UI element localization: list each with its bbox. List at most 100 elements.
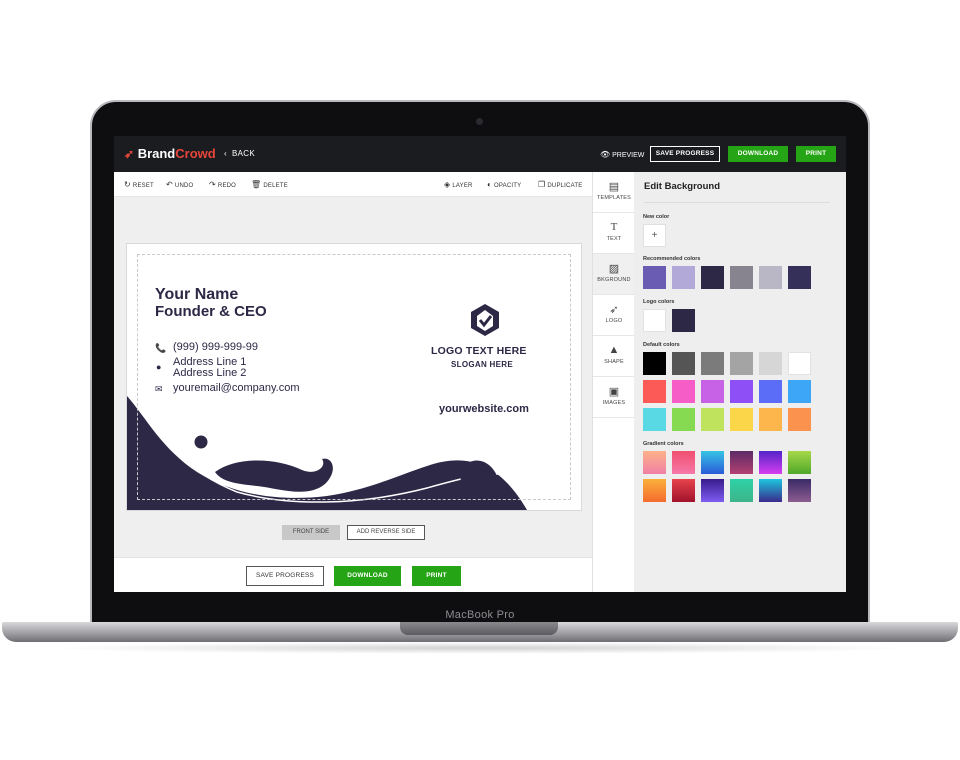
eye-icon: 👁 bbox=[600, 150, 611, 159]
preview-button[interactable]: 👁 PREVIEW bbox=[600, 150, 644, 159]
default-color-swatch[interactable] bbox=[672, 380, 695, 403]
logo-color-swatch[interactable] bbox=[672, 309, 695, 332]
default-colors-heading: Default colors bbox=[643, 342, 680, 348]
card-address-line-2[interactable]: Address Line 2 bbox=[173, 367, 246, 379]
rail-item-templates[interactable]: ▤ TEMPLATES bbox=[593, 172, 635, 213]
plus-icon: + bbox=[651, 230, 658, 241]
back-label: BACK bbox=[232, 149, 256, 158]
card-name[interactable]: Your Name bbox=[155, 286, 238, 304]
logo-colors-heading: Logo colors bbox=[643, 299, 675, 305]
card-title[interactable]: Founder & CEO bbox=[155, 303, 267, 320]
default-color-swatch[interactable] bbox=[672, 352, 695, 375]
canvas-area: Your Name Founder & CEO 📞 (999) 999-999-… bbox=[114, 197, 592, 557]
default-color-swatch[interactable] bbox=[643, 380, 666, 403]
recommended-color-swatch[interactable] bbox=[788, 266, 811, 289]
default-color-swatch[interactable] bbox=[701, 352, 724, 375]
recommended-color-swatch[interactable] bbox=[701, 266, 724, 289]
front-side-button[interactable]: FRONT SIDE bbox=[282, 525, 340, 540]
recommended-color-swatch[interactable] bbox=[730, 266, 753, 289]
logo-color-swatch[interactable] bbox=[643, 309, 666, 332]
recommended-color-swatch[interactable] bbox=[759, 266, 782, 289]
app-screen: ➶ BrandCrowd ‹ BACK 👁 PREVIEW SAVE PROGR… bbox=[114, 136, 846, 592]
gradient-color-swatch[interactable] bbox=[759, 479, 782, 502]
card-logo-text[interactable]: LOGO TEXT HERE bbox=[431, 345, 527, 357]
rail-item-text[interactable]: T TEXT bbox=[593, 213, 635, 254]
bottom-print-button[interactable]: PRINT bbox=[412, 566, 461, 586]
reset-button[interactable]: ↻ RESET bbox=[124, 180, 154, 189]
gradient-color-swatch[interactable] bbox=[788, 451, 811, 474]
gradient-color-swatch[interactable] bbox=[701, 451, 724, 474]
top-bar: ➶ BrandCrowd ‹ BACK 👁 PREVIEW SAVE PROGR… bbox=[114, 136, 846, 172]
business-card[interactable]: Your Name Founder & CEO 📞 (999) 999-999-… bbox=[126, 243, 582, 511]
opacity-button[interactable]: ◐ OPACITY bbox=[487, 180, 521, 189]
duplicate-button[interactable]: ❐ DUPLICATE bbox=[538, 180, 582, 189]
rail-item-logo[interactable]: ➶ LOGO bbox=[593, 295, 635, 336]
default-color-swatch[interactable] bbox=[788, 408, 811, 431]
bottom-save-progress-button[interactable]: SAVE PROGRESS bbox=[246, 566, 324, 586]
card-logo-icon[interactable] bbox=[468, 302, 502, 338]
default-color-swatch[interactable] bbox=[701, 408, 724, 431]
location-pin-icon: ● bbox=[156, 362, 162, 372]
back-link[interactable]: ‹ BACK bbox=[224, 149, 255, 158]
card-phone[interactable]: (999) 999-999-99 bbox=[173, 341, 258, 353]
default-color-swatch[interactable] bbox=[759, 408, 782, 431]
envelope-icon: ✉ bbox=[155, 384, 163, 394]
gradient-color-swatch[interactable] bbox=[788, 479, 811, 502]
print-button[interactable]: PRINT bbox=[796, 146, 836, 162]
gradient-color-swatch[interactable] bbox=[730, 451, 753, 474]
gradient-color-swatch[interactable] bbox=[730, 479, 753, 502]
delete-button[interactable]: 🗑 DELETE bbox=[251, 180, 288, 189]
rail-item-images[interactable]: ▣ IMAGES bbox=[593, 377, 635, 418]
rail-item-background[interactable]: ▨ BKGROUND bbox=[593, 254, 635, 295]
recommended-color-swatch[interactable] bbox=[672, 266, 695, 289]
gradient-colors-heading: Gradient colors bbox=[643, 441, 684, 447]
bottom-download-button[interactable]: DOWNLOAD bbox=[334, 566, 401, 586]
default-color-swatch[interactable] bbox=[759, 380, 782, 403]
gradient-color-swatch[interactable] bbox=[672, 451, 695, 474]
rail-item-shape[interactable]: ▲ SHAPE bbox=[593, 336, 635, 377]
rail-label-images: IMAGES bbox=[602, 400, 626, 406]
rail-label-text: TEXT bbox=[606, 236, 622, 242]
default-color-swatch[interactable] bbox=[788, 380, 811, 403]
brand-logo[interactable]: ➶ BrandCrowd bbox=[124, 146, 216, 161]
chevron-left-icon: ‹ bbox=[224, 149, 227, 158]
gradient-color-swatch[interactable] bbox=[759, 451, 782, 474]
card-email[interactable]: youremail@company.com bbox=[173, 382, 300, 394]
download-button[interactable]: DOWNLOAD bbox=[728, 146, 788, 162]
undo-button[interactable]: ↶ UNDO bbox=[166, 180, 193, 189]
reset-icon: ↻ bbox=[124, 180, 131, 189]
default-color-swatch[interactable] bbox=[672, 408, 695, 431]
rail-label-shape: SHAPE bbox=[604, 359, 624, 365]
add-new-color-button[interactable]: + bbox=[643, 224, 666, 247]
gradient-color-swatch[interactable] bbox=[643, 479, 666, 502]
add-reverse-side-button[interactable]: ADD REVERSE SIDE bbox=[347, 525, 425, 540]
image-icon: ▣ bbox=[608, 386, 620, 398]
card-slogan[interactable]: SLOGAN HERE bbox=[451, 360, 513, 369]
edit-background-panel: Edit Background New color + Recommended … bbox=[634, 172, 846, 592]
rail-label-logo: LOGO bbox=[605, 318, 623, 324]
default-color-swatch[interactable] bbox=[643, 352, 666, 375]
gradient-color-swatch[interactable] bbox=[701, 479, 724, 502]
phone-icon: 📞 bbox=[155, 343, 167, 353]
brand-mark-icon: ➶ bbox=[124, 147, 135, 161]
save-progress-button[interactable]: SAVE PROGRESS bbox=[650, 146, 720, 162]
default-color-swatch[interactable] bbox=[759, 352, 782, 375]
redo-button[interactable]: ↷ REDO bbox=[209, 180, 236, 189]
redo-icon: ↷ bbox=[209, 180, 216, 189]
default-color-swatch[interactable] bbox=[643, 408, 666, 431]
recommended-color-swatch[interactable] bbox=[643, 266, 666, 289]
gradient-color-swatch[interactable] bbox=[643, 451, 666, 474]
opacity-icon: ◐ bbox=[487, 180, 493, 189]
recommended-colors-heading: Recommended colors bbox=[643, 256, 701, 262]
default-color-swatch[interactable] bbox=[730, 352, 753, 375]
card-website[interactable]: yourwebsite.com bbox=[439, 403, 529, 415]
rail-label-templates: TEMPLATES bbox=[596, 195, 632, 201]
text-icon: T bbox=[610, 221, 618, 233]
gradient-color-swatch[interactable] bbox=[672, 479, 695, 502]
default-color-swatch[interactable] bbox=[701, 380, 724, 403]
default-color-swatch[interactable] bbox=[788, 352, 811, 375]
layer-button[interactable]: ◈ LAYER bbox=[444, 180, 473, 189]
default-color-swatch[interactable] bbox=[730, 380, 753, 403]
default-color-swatch[interactable] bbox=[730, 408, 753, 431]
undo-icon: ↶ bbox=[166, 180, 173, 189]
